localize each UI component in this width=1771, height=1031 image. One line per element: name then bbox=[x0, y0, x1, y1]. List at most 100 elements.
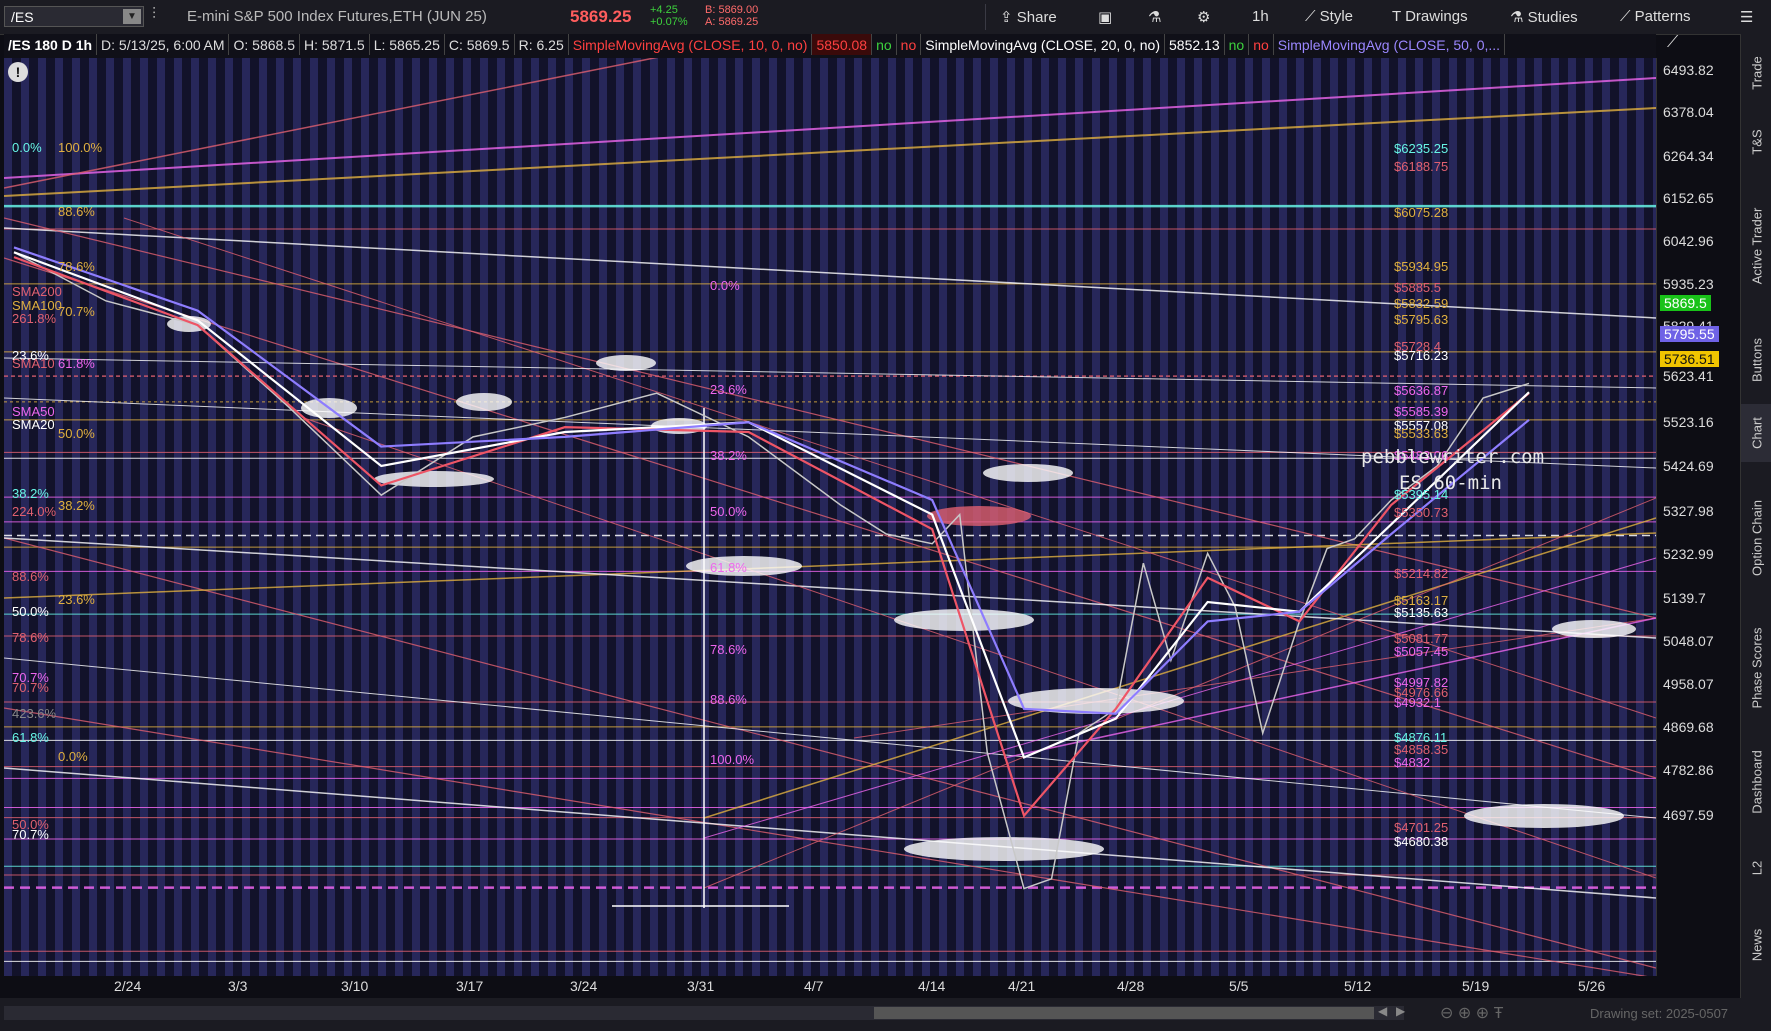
session-stripe bbox=[548, 58, 556, 976]
session-stripe bbox=[1483, 58, 1491, 976]
watermark-line1: pebblewriter.com bbox=[1361, 446, 1545, 468]
symbol-selector[interactable]: /ES ▼ bbox=[4, 6, 144, 27]
chart-symbol[interactable]: /ES 180 D 1h bbox=[4, 34, 98, 55]
alert-icon[interactable]: ! bbox=[8, 62, 28, 82]
side-tab-l2[interactable]: L2 bbox=[1741, 842, 1771, 894]
scroll-left-icon[interactable]: ◀ bbox=[1378, 1004, 1387, 1018]
bar-date: D: 5/13/25, 6:00 AM bbox=[97, 34, 230, 55]
main-toolbar: /ES ▼ ⫶ E-mini S&P 500 Index Futures,ETH… bbox=[0, 0, 1771, 35]
gear-icon[interactable]: ⚙ bbox=[1197, 8, 1210, 26]
session-stripe bbox=[1126, 58, 1134, 976]
patterns-icon: ⟋ bbox=[1620, 8, 1635, 25]
fib-label: 88.6% bbox=[12, 569, 49, 584]
session-stripe bbox=[242, 58, 250, 976]
session-stripe bbox=[72, 58, 80, 976]
level-price-label: $5934.95 bbox=[1394, 259, 1449, 274]
session-stripe bbox=[310, 58, 318, 976]
session-stripe bbox=[1211, 58, 1219, 976]
price-tick: 5139.7 bbox=[1663, 590, 1706, 606]
highlight-ellipse[interactable] bbox=[1464, 804, 1624, 828]
zoom-in-icon[interactable]: ⊕ bbox=[1458, 1005, 1471, 1022]
style-button[interactable]: ⟋ Style bbox=[1305, 8, 1353, 25]
sma20-no-2: no bbox=[1249, 34, 1274, 55]
fib-label: 38.2% bbox=[12, 486, 49, 501]
price-tick: 6378.04 bbox=[1663, 104, 1714, 120]
fib-label: 100.0% bbox=[58, 140, 103, 155]
level-price-label: $5795.63 bbox=[1394, 312, 1449, 327]
date-tick: 4/7 bbox=[804, 978, 824, 994]
side-tab-option-chain[interactable]: Option Chain bbox=[1741, 468, 1771, 608]
drawing-text-icon[interactable]: Ŧ bbox=[1494, 1005, 1504, 1022]
side-tab-phase-scores[interactable]: Phase Scores bbox=[1741, 614, 1771, 722]
price-tick: 5623.41 bbox=[1663, 368, 1714, 384]
horizontal-scrollbar[interactable] bbox=[4, 1006, 1404, 1020]
price-tick: 6264.34 bbox=[1663, 148, 1714, 164]
side-tab-dashboard[interactable]: Dashboard bbox=[1741, 728, 1771, 836]
level-price-label: $5832.59 bbox=[1394, 296, 1449, 311]
scroll-right-icon[interactable]: ▶ bbox=[1396, 1004, 1405, 1018]
flask-icon[interactable]: ⚗ bbox=[1148, 8, 1161, 26]
patterns-button[interactable]: ⟋ Patterns bbox=[1620, 8, 1691, 25]
session-stripe bbox=[1279, 58, 1287, 976]
zoom-controls[interactable]: ⊖ ⊕ ⊕ Ŧ bbox=[1440, 1003, 1503, 1023]
side-tab-trade[interactable]: Trade bbox=[1741, 38, 1771, 108]
sma50-label[interactable]: SimpleMovingAvg (CLOSE, 50, 0,... bbox=[1274, 34, 1506, 55]
session-stripe bbox=[1160, 58, 1168, 976]
date-axis[interactable]: 2/24 3/3 3/10 3/17 3/24 3/31 4/7 4/14 4/21 4/28 5/… bbox=[4, 976, 1656, 998]
drawings-button[interactable]: T Drawings bbox=[1392, 8, 1468, 25]
highlight-ellipse[interactable] bbox=[374, 471, 494, 487]
fib-label: SMA10 bbox=[12, 356, 55, 371]
chevron-down-icon[interactable]: ▼ bbox=[123, 9, 141, 24]
sma20-label[interactable]: SimpleMovingAvg (CLOSE, 20, 0, no) bbox=[921, 34, 1165, 55]
share-button[interactable]: ⇪ Share bbox=[1000, 8, 1057, 26]
session-stripe bbox=[106, 58, 114, 976]
scrollbar-thumb[interactable] bbox=[874, 1007, 1374, 1019]
date-tick: 4/28 bbox=[1117, 978, 1145, 994]
price-tick: 5935.23 bbox=[1663, 276, 1714, 292]
highlight-ellipse[interactable] bbox=[983, 464, 1073, 482]
symbol-text: /ES bbox=[11, 9, 34, 25]
fib-label: 23.6% bbox=[58, 592, 95, 607]
session-stripe bbox=[1449, 58, 1457, 976]
date-tick: 5/26 bbox=[1578, 978, 1606, 994]
price-axis[interactable]: 6493.82 6378.04 6264.34 6152.65 6042.96 5935.… bbox=[1656, 34, 1741, 976]
fib-label: 70.7% bbox=[12, 680, 49, 695]
fib-label: 224.0% bbox=[12, 504, 57, 519]
side-tab-active-trader[interactable]: Active Trader bbox=[1741, 176, 1771, 316]
session-stripe bbox=[1296, 58, 1304, 976]
sma10-label[interactable]: SimpleMovingAvg (CLOSE, 10, 0, no) bbox=[569, 34, 813, 55]
fib-label: 78.6% bbox=[12, 630, 49, 645]
highlight-ellipse[interactable] bbox=[456, 393, 512, 411]
session-stripe bbox=[480, 58, 488, 976]
bar-range: R: 6.25 bbox=[515, 34, 569, 55]
session-stripe bbox=[157, 58, 165, 976]
highlight-ellipse[interactable] bbox=[596, 355, 656, 371]
highlight-ellipse[interactable] bbox=[1552, 620, 1636, 638]
side-tab-news[interactable]: News bbox=[1741, 900, 1771, 990]
side-tab-buttons[interactable]: Buttons bbox=[1741, 322, 1771, 398]
fib-label: 38.2% bbox=[710, 448, 747, 463]
link-icon[interactable]: ⫶ bbox=[152, 6, 156, 24]
studies-button[interactable]: ⚗ Studies bbox=[1510, 8, 1578, 26]
snapshot-icon[interactable]: ▣ bbox=[1098, 8, 1112, 26]
bar-low: L: 5865.25 bbox=[370, 34, 445, 55]
session-stripe bbox=[1075, 58, 1083, 976]
timeframe-button[interactable]: 1h bbox=[1252, 8, 1269, 25]
side-tab-t-s[interactable]: T&S bbox=[1741, 114, 1771, 170]
menu-icon[interactable]: ☰ bbox=[1740, 8, 1753, 26]
side-tab-chart[interactable]: Chart bbox=[1741, 404, 1771, 462]
zoom-out-icon[interactable]: ⊖ bbox=[1440, 1005, 1453, 1022]
session-stripe bbox=[140, 58, 148, 976]
level-price-label: $6235.25 bbox=[1394, 141, 1449, 156]
crosshair-icon[interactable]: ⊕ bbox=[1476, 1005, 1489, 1022]
price-chart[interactable]: ! 0.0% 100.0% 88.6% 78.6% SMA200 SMA100 70.7% 2… bbox=[4, 58, 1656, 976]
fib-label: 70.7% bbox=[58, 304, 95, 319]
level-price-label: $5350.73 bbox=[1394, 505, 1449, 520]
studies-icon: ⚗ bbox=[1510, 9, 1528, 26]
price-tick: 4782.86 bbox=[1663, 762, 1714, 778]
fib-label: 23.6% bbox=[710, 382, 747, 397]
drawing-tool-icon[interactable]: ⟋ bbox=[1667, 34, 1678, 52]
session-stripe bbox=[344, 58, 352, 976]
highlight-ellipse[interactable] bbox=[904, 837, 1104, 861]
session-stripe bbox=[1092, 58, 1100, 976]
